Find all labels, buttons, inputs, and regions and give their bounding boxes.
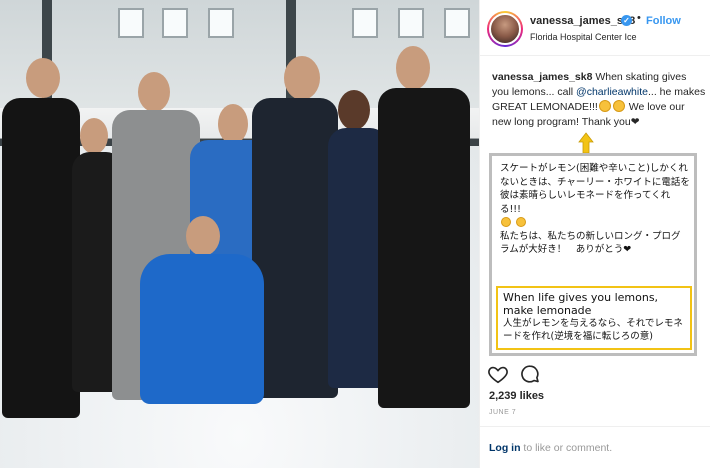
divider: [480, 426, 710, 427]
rink-window: [352, 8, 378, 38]
username-link[interactable]: vanessa_james_sk8: [530, 15, 635, 27]
idiom-japanese: 人生がレモンを与えるなら、それでレモネードを作れ(逆境を福に転じろの意): [503, 318, 683, 342]
emoji-smile-icon: [516, 217, 527, 227]
skater: [378, 88, 470, 408]
post-header: vanessa_james_sk8 ✓ • Follow Florida Hos…: [480, 0, 710, 56]
emoji-smile-icon: [612, 100, 625, 112]
login-link[interactable]: Log in: [489, 442, 521, 454]
emoji-smile-icon: [598, 100, 611, 112]
post-actions: [487, 363, 547, 387]
avatar-image: [489, 13, 521, 45]
skater-head: [218, 104, 248, 144]
idiom-english: make lemonade: [503, 304, 592, 317]
comment-bubble-icon[interactable]: [519, 363, 541, 385]
skater-head: [186, 216, 220, 256]
caption-username[interactable]: vanessa_james_sk8: [492, 71, 592, 83]
login-prompt-text: to like or comment.: [520, 442, 613, 454]
mention-link[interactable]: @charlieawhite: [576, 86, 648, 98]
avatar[interactable]: [487, 11, 523, 47]
heart-outline-icon[interactable]: [487, 363, 509, 385]
skater-head: [284, 56, 320, 100]
like-count[interactable]: 2,239 likes: [489, 390, 544, 402]
skater-head: [80, 118, 108, 154]
post-photo[interactable]: [0, 0, 479, 468]
translation-text: スケートがレモン(困難や辛いこと)しかくれないときは、チャーリー・ホワイトに電話…: [500, 162, 690, 257]
rink-window: [208, 8, 234, 38]
rink-window: [162, 8, 188, 38]
skater: [140, 254, 264, 404]
verified-badge-icon: ✓: [621, 15, 632, 26]
translation-note: スケートがレモン(困難や辛いこと)しかくれないときは、チャーリー・ホワイトに電話…: [489, 153, 697, 356]
post-date: JUNE 7: [489, 409, 517, 416]
idiom-box: When life gives you lemons, make lemonad…: [496, 286, 692, 350]
skater-head: [338, 90, 370, 130]
translation-line: 私たちは、私たちの新しいロング・プログラムが大好き！ ありがとう❤: [500, 230, 681, 256]
post-caption: vanessa_james_sk8 When skating gives you…: [492, 70, 706, 130]
rink-window: [444, 8, 470, 38]
skater-head: [26, 58, 60, 98]
arrow-up-icon: [578, 132, 594, 154]
login-prompt: Log in to like or comment.: [489, 442, 612, 454]
skater: [252, 98, 338, 398]
follow-button[interactable]: Follow: [646, 15, 681, 27]
translation-line: スケートがレモン(困難や辛いこと)しかくれないときは、チャーリー・ホワイトに電話…: [500, 163, 690, 215]
separator-dot: •: [637, 12, 641, 24]
skater-head: [396, 46, 430, 90]
rink-window: [398, 8, 424, 38]
skater-head: [138, 72, 170, 112]
emoji-smile-icon: [501, 217, 511, 227]
location-link[interactable]: Florida Hospital Center Ice: [530, 32, 637, 42]
idiom-english: When life gives you lemons,: [503, 291, 659, 304]
skater: [2, 98, 80, 418]
rink-window: [118, 8, 144, 38]
